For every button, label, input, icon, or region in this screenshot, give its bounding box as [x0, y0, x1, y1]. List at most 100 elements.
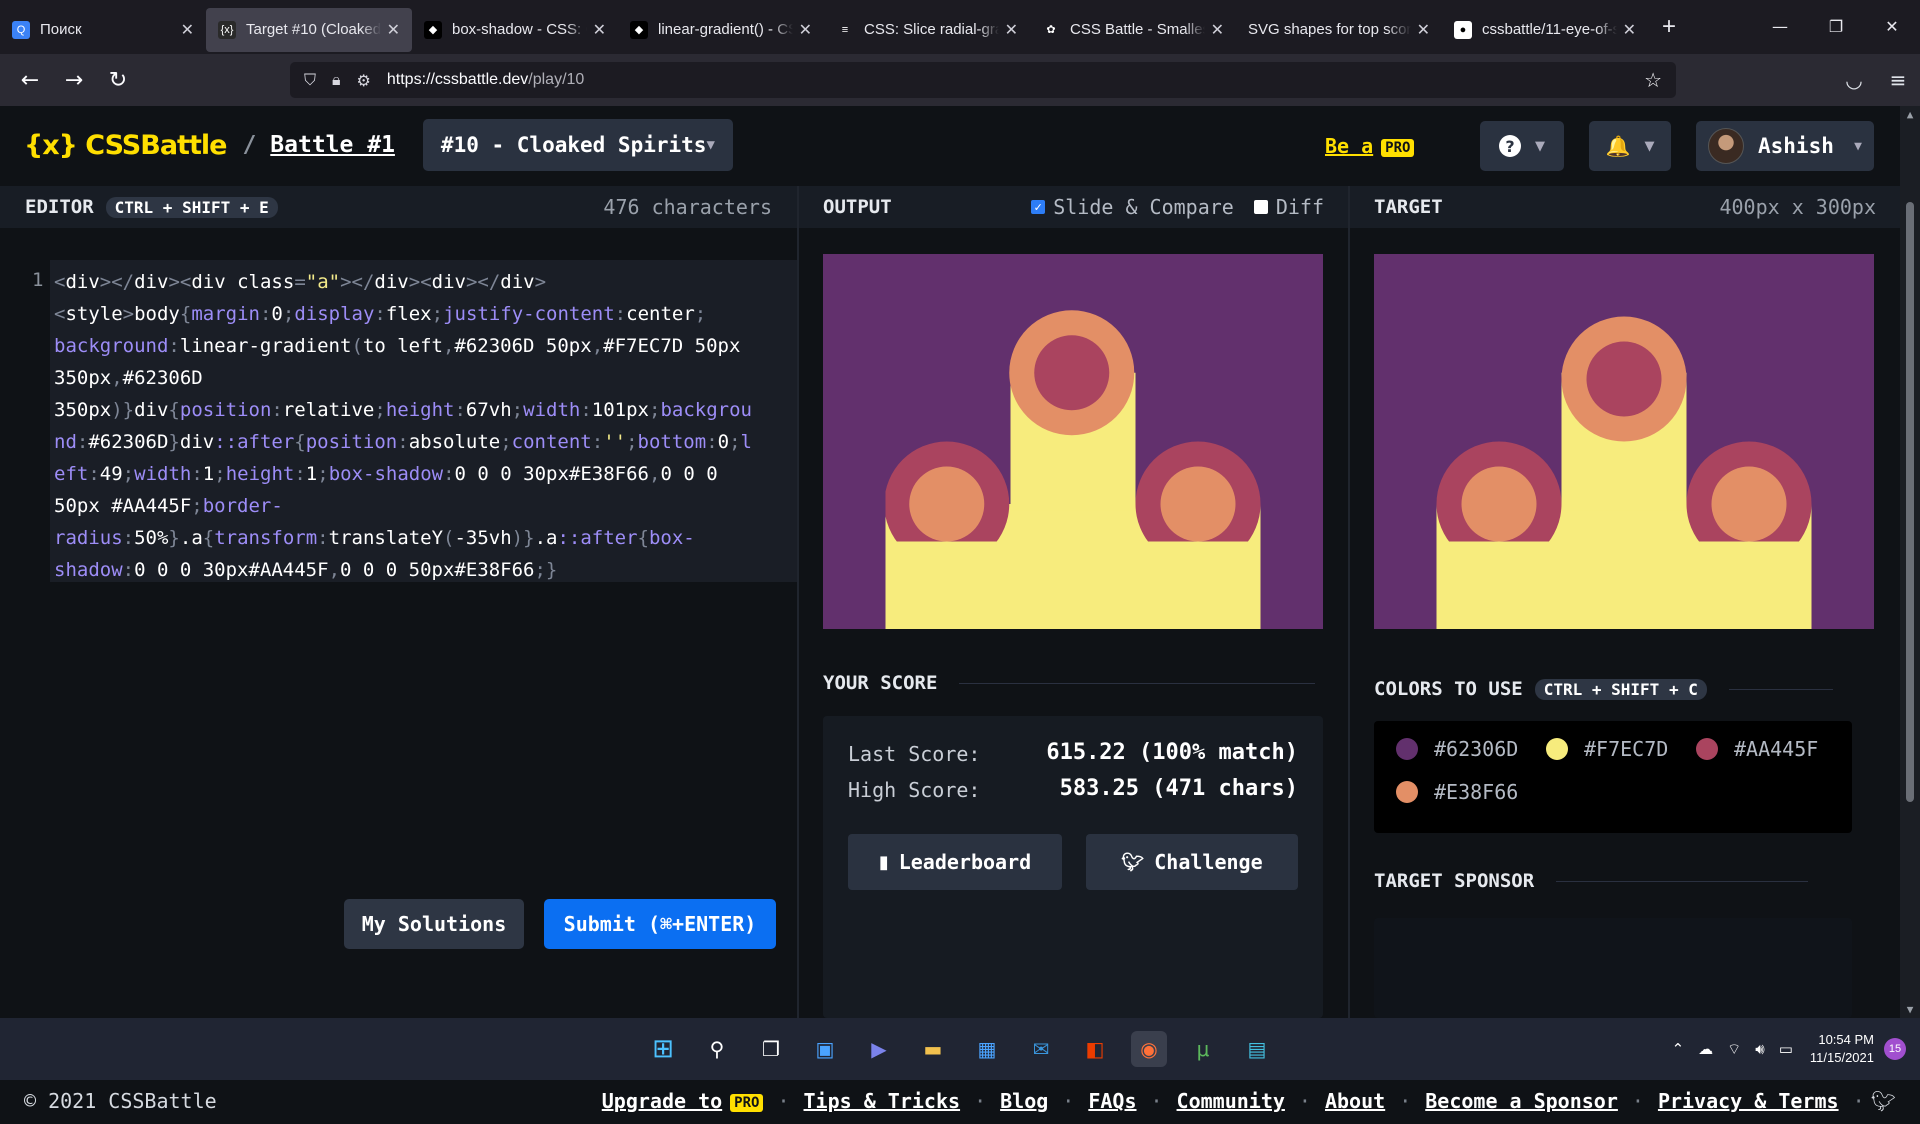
menu-icon[interactable]: ≡ — [1876, 68, 1920, 92]
footer-link[interactable]: FAQs — [1088, 1089, 1136, 1113]
browser-tab[interactable]: ✿ CSS Battle - Smallest code ✕ — [1030, 8, 1236, 52]
battle-link[interactable]: Battle #1 — [270, 132, 395, 158]
notification-badge[interactable]: 15 — [1884, 1038, 1906, 1060]
footer-link[interactable]: Blog — [1000, 1089, 1048, 1113]
volume-icon[interactable]: 🔊︎ — [1755, 1040, 1764, 1058]
page-scrollbar[interactable]: ▲ ▼ — [1900, 106, 1920, 1018]
checkbox-unchecked-icon — [1253, 200, 1268, 214]
user-menu[interactable]: Ashish ▼ — [1696, 121, 1874, 171]
footer-link-label: Blog — [1000, 1089, 1049, 1113]
office-icon[interactable]: ◧ — [1077, 1031, 1113, 1067]
pocket-icon[interactable]: ◡ — [1832, 68, 1876, 92]
help-button[interactable]: ? ▼ — [1480, 121, 1564, 171]
mail-icon[interactable]: ✉ — [1023, 1031, 1059, 1067]
onedrive-icon[interactable]: ☁ — [1698, 1040, 1713, 1058]
lock-icon[interactable]: 🔒︎ — [332, 70, 341, 90]
slide-compare-checkbox[interactable]: ✓ Slide & Compare — [1031, 195, 1234, 219]
close-tab-icon[interactable]: ✕ — [593, 20, 606, 40]
breadcrumb-separator: / — [242, 132, 257, 158]
twitter-icon[interactable]: 🐦︎ — [1871, 1089, 1896, 1113]
restore-icon[interactable]: ❐ — [1808, 0, 1864, 54]
sponsor-card[interactable] — [1374, 918, 1852, 1018]
close-tab-icon[interactable]: ✕ — [1417, 20, 1430, 40]
output-preview[interactable] — [823, 254, 1323, 629]
footer-link[interactable]: Become a Sponsor — [1425, 1089, 1618, 1113]
browser-tab[interactable]: ◆ box-shadow - CSS: Cascading ✕ — [412, 8, 618, 52]
color-swatch[interactable]: #F7EC7D — [1546, 737, 1668, 761]
file-explorer-icon[interactable]: ▬ — [915, 1031, 951, 1067]
leaderboard-label: Leaderboard — [898, 850, 1032, 874]
browser-tab[interactable]: Q Поиск ✕ — [0, 8, 206, 52]
submit-button[interactable]: Submit (⌘+ENTER) — [544, 899, 776, 949]
footer-link[interactable]: Privacy & Terms — [1658, 1089, 1839, 1113]
scrollbar-thumb[interactable] — [1906, 202, 1914, 802]
target-render — [1374, 254, 1874, 629]
panel-divider[interactable] — [797, 186, 799, 1048]
pro-badge: PRO — [1381, 138, 1415, 157]
browser-tab[interactable]: ● cssbattle/11-eye-of-sauron ✕ — [1442, 8, 1648, 52]
notifications-button[interactable]: 🔔 ▼ — [1589, 121, 1671, 171]
footer-link[interactable]: Community — [1177, 1089, 1285, 1113]
notepad-icon[interactable]: ▤ — [1239, 1031, 1275, 1067]
footer-link[interactable]: Upgrade to PRO — [602, 1089, 764, 1113]
footer-link[interactable]: Tips & Tricks — [804, 1089, 961, 1113]
code-text[interactable]: <div></div><div class="a"></div><div></d… — [50, 260, 797, 582]
permissions-icon[interactable]: ⚙ — [357, 71, 371, 90]
window-controls: — ❐ ✕ — [1752, 0, 1920, 54]
windows-start-icon[interactable]: ⊞ — [645, 1031, 681, 1067]
wifi-icon[interactable]: ⌔ — [1727, 1040, 1741, 1059]
close-tab-icon[interactable]: ✕ — [1211, 20, 1224, 40]
forward-arrow-icon[interactable]: → — [52, 68, 96, 93]
store-icon[interactable]: ▦ — [969, 1031, 1005, 1067]
target-title: TARGET — [1374, 196, 1443, 218]
tab-title: cssbattle/11-eye-of-sauron — [1482, 21, 1617, 38]
browser-tab[interactable]: {x} Target #10 (Cloaked Spirits) ✕ — [206, 7, 412, 52]
footer-link[interactable]: About — [1325, 1089, 1385, 1113]
editor-shortcut: CTRL + SHIFT + E — [105, 196, 278, 218]
clock[interactable]: 10:54 PM 11/15/2021 — [1810, 1031, 1874, 1067]
color-swatch[interactable]: #E38F66 — [1396, 780, 1518, 804]
address-bar[interactable]: ⛉ 🔒︎ ⚙ https://cssbattle.dev/play/10 ☆ — [290, 62, 1676, 98]
colors-shortcut: CTRL + SHIFT + C — [1534, 678, 1707, 700]
browser-tab[interactable]: ≡ CSS: Slice radial-gradient ✕ — [824, 8, 1030, 52]
close-tab-icon[interactable]: ✕ — [1005, 20, 1018, 40]
mdn-icon: ◆ — [630, 20, 648, 39]
challenge-button[interactable]: 🐦︎ Challenge — [1086, 834, 1298, 890]
cssbattle-logo[interactable]: {x} CSSBattle — [24, 130, 227, 161]
browser-tab[interactable]: SVG shapes for top scores ✕ — [1236, 8, 1442, 52]
browser-nav-bar: ← → ↻ ⛉ 🔒︎ ⚙ https://cssbattle.dev/play/… — [0, 54, 1920, 106]
target-selector[interactable]: #10 - Cloaked Spirits ▼ — [422, 119, 733, 171]
color-swatch[interactable]: #AA445F — [1696, 737, 1818, 761]
color-swatch[interactable]: #62306D — [1396, 737, 1518, 761]
search-icon[interactable]: ⚲ — [699, 1031, 735, 1067]
diff-checkbox[interactable]: Diff — [1253, 195, 1324, 219]
chevron-up-icon[interactable]: ⌃ — [1672, 1040, 1685, 1058]
close-tab-icon[interactable]: ✕ — [387, 20, 400, 40]
new-tab-button[interactable]: + — [1662, 13, 1676, 41]
close-tab-icon[interactable]: ✕ — [799, 20, 812, 40]
task-view-icon[interactable]: ❐ — [753, 1031, 789, 1067]
panel-divider[interactable] — [1348, 186, 1350, 1048]
battery-icon[interactable]: ▭ — [1779, 1040, 1793, 1058]
utorrent-icon[interactable]: μ — [1185, 1031, 1221, 1067]
scroll-up-icon[interactable]: ▲ — [1900, 108, 1920, 121]
be-pro-link[interactable]: Be a PRO — [1325, 134, 1415, 158]
widgets-icon[interactable]: ▣ — [807, 1031, 843, 1067]
chat-icon[interactable]: ▶ — [861, 1031, 897, 1067]
scroll-down-icon[interactable]: ▼ — [1900, 1003, 1920, 1016]
my-solutions-button[interactable]: My Solutions — [344, 899, 524, 949]
browser-tab[interactable]: ◆ linear-gradient() - CSS ✕ — [618, 8, 824, 52]
leaderboard-button[interactable]: ▮ Leaderboard — [848, 834, 1062, 890]
bookmark-star-icon[interactable]: ☆ — [1644, 68, 1662, 92]
minimize-icon[interactable]: — — [1752, 0, 1808, 54]
close-tab-icon[interactable]: ✕ — [1623, 20, 1636, 40]
tab-title: CSS Battle - Smallest code — [1070, 21, 1205, 38]
reload-icon[interactable]: ↻ — [96, 68, 140, 93]
firefox-icon[interactable]: ◉ — [1131, 1031, 1167, 1067]
username: Ashish — [1758, 134, 1834, 158]
back-arrow-icon[interactable]: ← — [8, 68, 52, 93]
checkbox-checked-icon: ✓ — [1031, 200, 1046, 214]
shield-icon[interactable]: ⛉ — [304, 70, 316, 90]
close-icon[interactable]: ✕ — [1864, 0, 1920, 54]
close-tab-icon[interactable]: ✕ — [181, 20, 194, 40]
